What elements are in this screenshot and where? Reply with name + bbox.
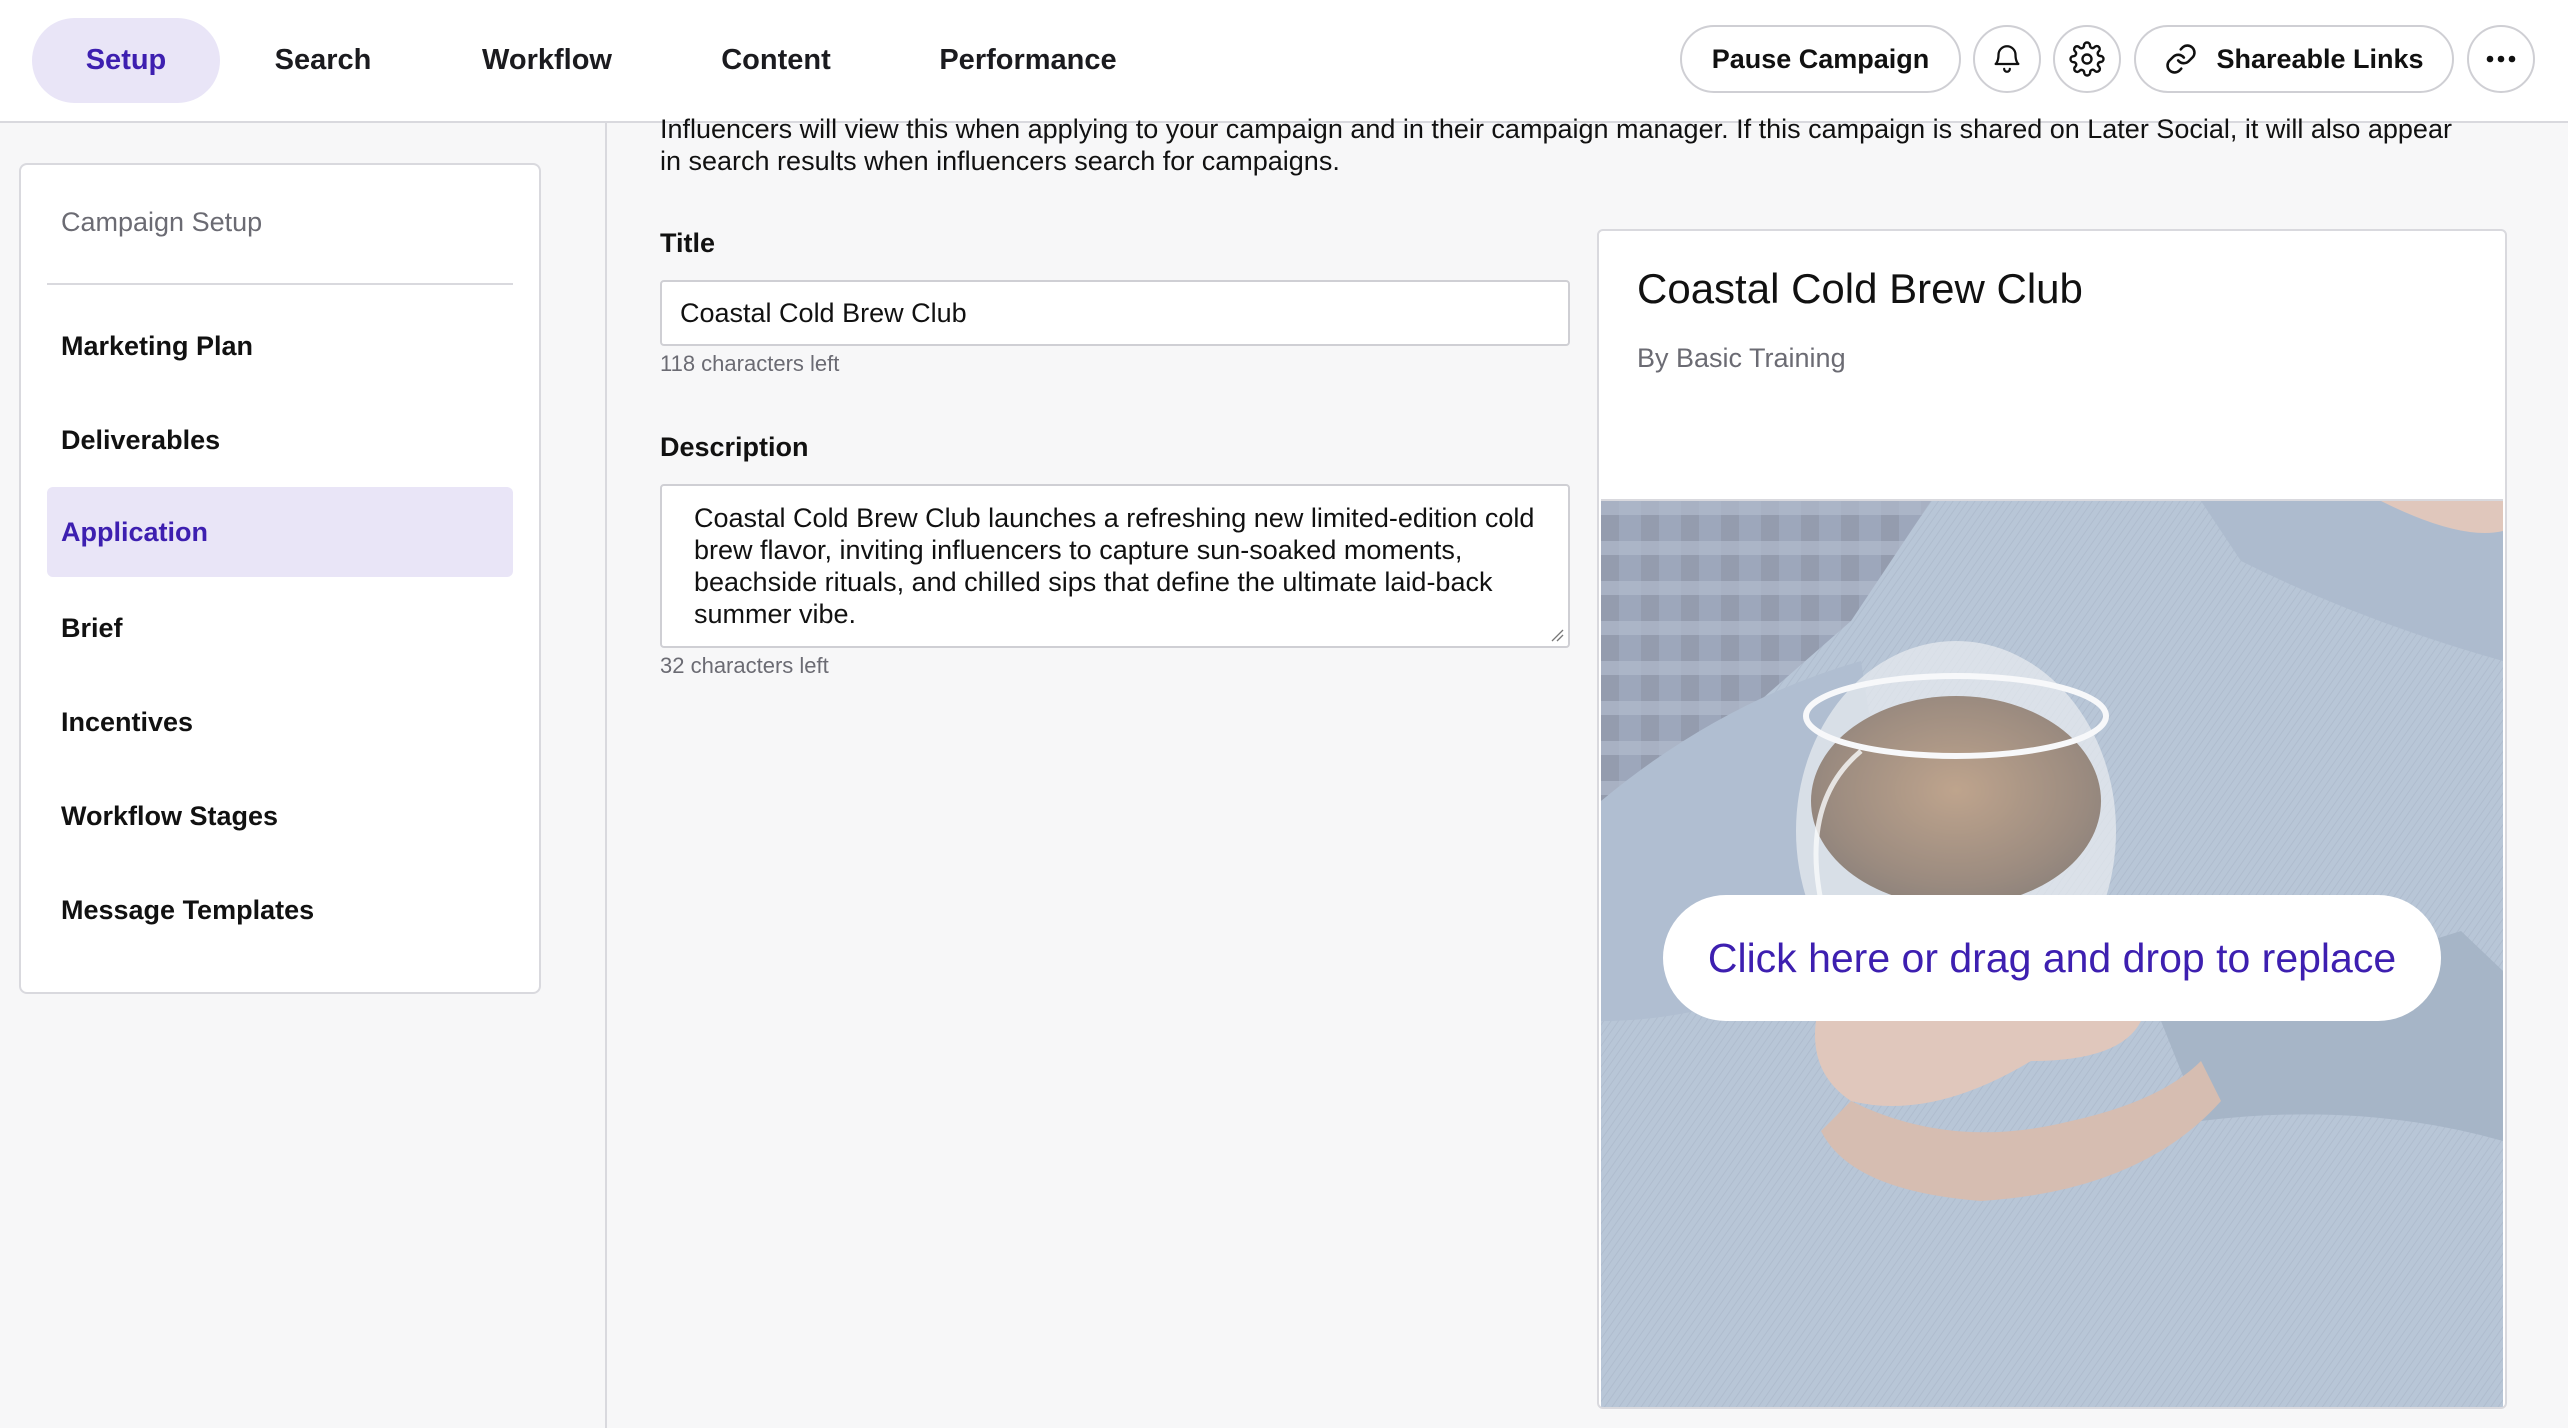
sidebar-item-application[interactable]: Application	[47, 487, 513, 577]
campaign-setup-sidebar: Campaign Setup Marketing Plan Deliverabl…	[19, 163, 541, 994]
sidebar-divider	[47, 283, 513, 285]
sidebar-item-incentives[interactable]: Incentives	[47, 677, 513, 767]
shareable-links-label: Shareable Links	[2216, 43, 2424, 74]
description-label: Description	[660, 432, 809, 462]
campaign-cover-image[interactable]: Click here or drag and drop to replace	[1601, 499, 2503, 1407]
title-input[interactable]: Coastal Cold Brew Club	[660, 280, 1570, 346]
pause-campaign-button[interactable]: Pause Campaign	[1680, 25, 1961, 93]
tab-search[interactable]: Search	[246, 18, 400, 103]
campaign-preview-card: Coastal Cold Brew Club By Basic Training	[1597, 229, 2507, 1409]
more-options-button[interactable]	[2467, 25, 2535, 93]
panel-divider	[605, 123, 607, 1428]
intro-line-2: in search results when influencers searc…	[660, 146, 1340, 176]
replace-image-button[interactable]: Click here or drag and drop to replace	[1663, 895, 2441, 1021]
sidebar-item-workflow-stages[interactable]: Workflow Stages	[47, 771, 513, 861]
application-form-panel: Influencers will view this when applying…	[634, 114, 2532, 1428]
top-nav-bar: Setup Search Workflow Content Performanc…	[0, 0, 2568, 123]
gear-icon	[2069, 41, 2105, 77]
sidebar-item-deliverables[interactable]: Deliverables	[47, 395, 513, 485]
description-textarea[interactable]: Coastal Cold Brew Club launches a refres…	[660, 484, 1570, 648]
more-horizontal-icon	[2486, 55, 2516, 63]
bell-icon	[1994, 45, 2020, 73]
description-characters-left: 32 characters left	[660, 653, 829, 678]
sidebar-item-brief[interactable]: Brief	[47, 583, 513, 673]
sidebar-heading: Campaign Setup	[61, 207, 263, 237]
preview-byline: By Basic Training	[1637, 343, 1846, 373]
settings-button[interactable]	[2053, 25, 2121, 93]
resize-handle-icon[interactable]	[1550, 628, 1564, 642]
tab-performance[interactable]: Performance	[918, 18, 1138, 103]
sidebar-item-marketing-plan[interactable]: Marketing Plan	[47, 301, 513, 391]
title-characters-left: 118 characters left	[660, 351, 840, 376]
shareable-links-button[interactable]: Shareable Links	[2134, 25, 2454, 93]
tab-content[interactable]: Content	[698, 18, 854, 103]
preview-title: Coastal Cold Brew Club	[1637, 265, 2083, 312]
link-icon	[2166, 44, 2197, 74]
intro-line-1: Influencers will view this when applying…	[660, 114, 2452, 144]
description-text: Coastal Cold Brew Club launches a refres…	[694, 503, 1535, 629]
sidebar-item-message-templates[interactable]: Message Templates	[47, 865, 513, 955]
intro-text: Influencers will view this when applying…	[660, 113, 2540, 177]
tab-workflow[interactable]: Workflow	[458, 18, 636, 103]
tab-setup[interactable]: Setup	[32, 18, 220, 103]
notifications-button[interactable]	[1973, 25, 2041, 93]
title-label: Title	[660, 228, 716, 258]
